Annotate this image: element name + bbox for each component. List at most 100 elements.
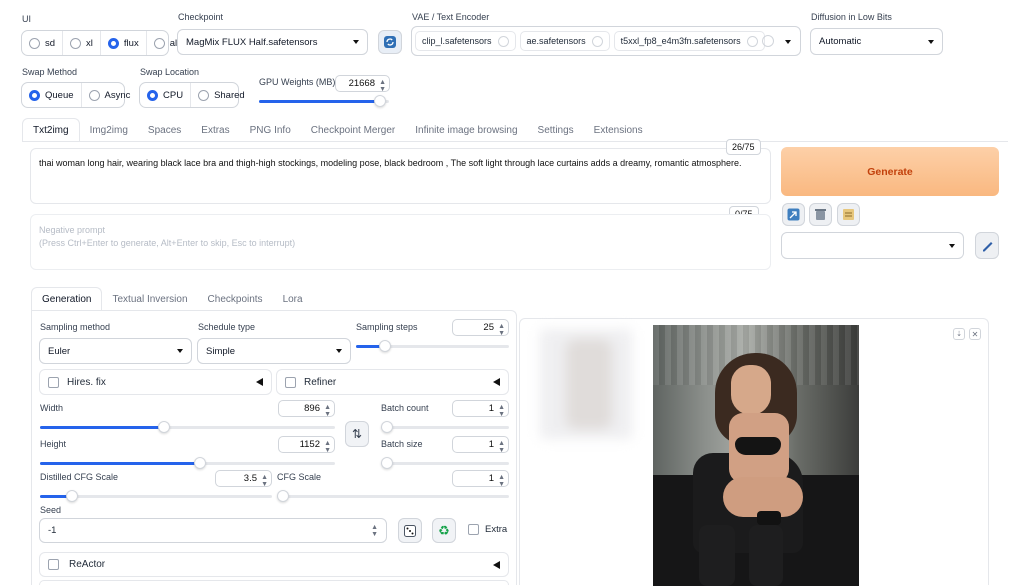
ui-option-sd[interactable]: sd [22, 31, 64, 55]
height-input[interactable]: 1152 ▲ ▼ [278, 436, 335, 454]
width-label: Width [40, 403, 64, 413]
spinner-icon[interactable]: ▲ ▼ [379, 79, 386, 93]
refresh-checkpoint-button[interactable] [378, 30, 402, 54]
schedule-type-select[interactable]: Simple [197, 338, 351, 364]
sampling-method-select[interactable]: Euler [39, 338, 192, 364]
tab-generation[interactable]: Generation [31, 287, 103, 311]
vae-tag[interactable]: t5xxl_fp8_e4m3fn.safetensors [613, 31, 765, 51]
reactor-checkbox[interactable] [48, 559, 59, 570]
extra-seed-toggle[interactable]: Extra [468, 524, 507, 535]
reactor-accordion[interactable]: ReActor [39, 552, 509, 577]
tab-extensions[interactable]: Extensions [584, 118, 653, 142]
sampling-steps-slider[interactable] [356, 340, 509, 352]
negative-prompt-textarea[interactable]: Negative prompt (Press Ctrl+Enter to gen… [30, 214, 771, 270]
remove-tag-icon[interactable] [746, 35, 758, 47]
tab-png-info[interactable]: PNG Info [240, 118, 301, 142]
slider-handle[interactable] [381, 421, 393, 433]
distilled-cfg-slider[interactable] [40, 490, 272, 502]
spinner-icon[interactable]: ▲ ▼ [324, 404, 331, 418]
hires-fix-checkbox[interactable] [48, 376, 59, 388]
extra-checkbox[interactable] [468, 524, 479, 535]
clear-prompt-button[interactable] [809, 203, 832, 226]
tab-txt2img[interactable]: Txt2img [22, 118, 80, 142]
seed-input[interactable]: -1 ▲ ▼ [39, 518, 387, 543]
slider-handle[interactable] [158, 421, 170, 433]
swap-method-async[interactable]: Async [82, 83, 138, 107]
paste-params-button[interactable] [782, 203, 805, 226]
slider-handle[interactable] [277, 490, 289, 502]
batch-count-input[interactable]: 1 ▲ ▼ [452, 400, 509, 418]
refiner-accordion[interactable]: Refiner [276, 369, 509, 395]
distilled-cfg-input[interactable]: 3.5 ▲ ▼ [215, 470, 272, 488]
download-icon[interactable]: ⇣ [953, 328, 965, 340]
tab-lora[interactable]: Lora [273, 287, 313, 311]
tab-textual-inversion[interactable]: Textual Inversion [102, 287, 197, 311]
checkpoint-select[interactable]: MagMix FLUX Half.safetensors [177, 29, 368, 55]
swap-method-queue[interactable]: Queue [22, 83, 82, 107]
radio-icon [29, 37, 40, 49]
ui-option-xl[interactable]: xl [63, 31, 101, 55]
swap-location-cpu[interactable]: CPU [140, 83, 192, 107]
width-input[interactable]: 896 ▲ ▼ [278, 400, 335, 418]
spinner-icon[interactable]: ▲ ▼ [498, 440, 505, 454]
spinner-icon[interactable]: ▲ ▼ [498, 323, 505, 337]
ui-option-flux[interactable]: flux [101, 31, 147, 55]
styles-button[interactable] [837, 203, 860, 226]
random-seed-button[interactable] [398, 518, 422, 543]
slider-handle[interactable] [381, 457, 393, 469]
width-slider[interactable] [40, 421, 335, 433]
chevron-down-icon [336, 349, 342, 353]
tab-checkpoint-merger[interactable]: Checkpoint Merger [301, 118, 405, 142]
spinner-icon[interactable]: ▲ ▼ [498, 404, 505, 418]
clear-icon[interactable] [762, 35, 774, 47]
hires-fix-accordion[interactable]: Hires. fix [39, 369, 272, 395]
height-slider[interactable] [40, 457, 335, 469]
vae-tag[interactable]: ae.safetensors [519, 31, 610, 51]
dice-icon [404, 524, 416, 537]
chevron-down-icon[interactable] [785, 40, 791, 44]
clipboard-icon [843, 209, 854, 220]
slider-handle[interactable] [374, 95, 386, 107]
refiner-checkbox[interactable] [285, 376, 296, 388]
spinner-icon[interactable]: ▲ ▼ [324, 440, 331, 454]
styles-select[interactable] [781, 232, 964, 259]
edit-styles-button[interactable] [975, 232, 999, 259]
slider-handle[interactable] [66, 490, 78, 502]
cfg-scale-input[interactable]: 1 ▲ ▼ [452, 470, 509, 488]
generate-button[interactable]: Generate [781, 147, 999, 196]
generated-image[interactable] [653, 325, 859, 586]
spinner-icon[interactable]: ▲ ▼ [371, 524, 378, 538]
batch-size-input[interactable]: 1 ▲ ▼ [452, 436, 509, 454]
tab-infinite-image-browsing[interactable]: Infinite image browsing [405, 118, 527, 142]
gpu-weights-slider[interactable] [259, 95, 389, 107]
gpu-weights-input[interactable]: 21668 ▲ ▼ [335, 75, 390, 93]
swap-arrows-icon: ⇅ [351, 427, 363, 441]
slider-handle[interactable] [379, 340, 391, 352]
remove-tag-icon[interactable] [591, 35, 603, 47]
cfg-scale-slider[interactable] [277, 490, 509, 502]
slider-handle[interactable] [194, 457, 206, 469]
vae-tag[interactable]: clip_l.safetensors [415, 31, 516, 51]
diffusion-low-bits-select[interactable]: Automatic [810, 28, 943, 55]
tab-extras[interactable]: Extras [191, 118, 239, 142]
tab-img2img[interactable]: Img2img [80, 118, 138, 142]
swap-dimensions-button[interactable]: ⇅ [345, 421, 369, 447]
close-icon[interactable]: ✕ [969, 328, 981, 340]
remove-tag-icon[interactable] [497, 35, 509, 47]
spinner-icon[interactable]: ▲ ▼ [261, 474, 268, 488]
swap-location-shared[interactable]: Shared [191, 83, 252, 107]
prompt-token-counter: 26/75 [726, 139, 761, 155]
schedule-type-label: Schedule type [198, 322, 256, 332]
radio-selected-icon [29, 89, 40, 101]
batch-size-slider[interactable] [381, 457, 509, 469]
tab-spaces[interactable]: Spaces [138, 118, 191, 142]
tab-checkpoints[interactable]: Checkpoints [198, 287, 273, 311]
prompt-textarea[interactable]: thai woman long hair, wearing black lace… [30, 148, 771, 204]
reuse-seed-button[interactable]: ♻ [432, 518, 456, 543]
sampling-steps-input[interactable]: 25 ▲ ▼ [452, 319, 509, 337]
vae-multiselect[interactable]: clip_l.safetensors ae.safetensors t5xxl_… [411, 26, 801, 56]
tab-settings[interactable]: Settings [528, 118, 584, 142]
thumbnail-image[interactable] [540, 329, 632, 439]
spinner-icon[interactable]: ▲ ▼ [498, 474, 505, 488]
batch-count-slider[interactable] [381, 421, 509, 433]
